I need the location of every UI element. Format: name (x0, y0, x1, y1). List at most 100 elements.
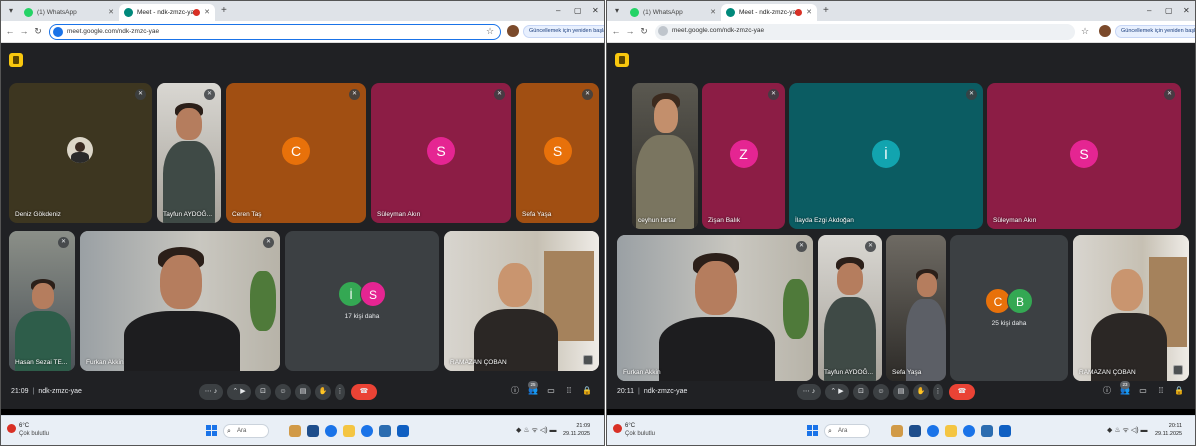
participant-video-tile[interactable]: ✕ Tayfun AYDOĞ... (157, 83, 221, 223)
info-icon[interactable]: ⓘ (1101, 385, 1113, 397)
pin-icon[interactable] (583, 355, 593, 365)
participant-tile[interactable]: S ✕ Süleyman Akın (987, 83, 1181, 229)
close-tab-icon[interactable]: ✕ (204, 4, 210, 21)
tab-search-icon[interactable]: ▾ (6, 6, 16, 16)
system-tray[interactable]: ◆ ♨ ᯤ ◁) ▬ (516, 427, 557, 435)
taskbar-app-icon[interactable] (909, 425, 921, 437)
profile-avatar[interactable] (1099, 25, 1111, 37)
taskbar-app-icon[interactable] (289, 425, 301, 437)
participant-tile[interactable]: ✕ Deniz Gökdeniz (9, 83, 152, 223)
chrome-icon[interactable] (963, 425, 975, 437)
hangup-button[interactable]: ☎ (351, 384, 377, 400)
meet-host-badge-icon[interactable] (9, 53, 23, 67)
reload-icon[interactable]: ↻ (32, 25, 44, 37)
taskbar-search[interactable]: ⌕ Ara (223, 424, 269, 438)
participant-tile[interactable]: İ ✕ İlayda Ezgi Akdoğan (789, 83, 983, 229)
profile-avatar[interactable] (507, 25, 519, 37)
more-options-button[interactable]: ⋮ (335, 384, 345, 400)
participant-video-tile[interactable]: Sefa Yaşa (886, 235, 946, 381)
close-tab-icon[interactable]: ✕ (806, 4, 812, 21)
taskbar-app-icon[interactable] (891, 425, 903, 437)
forward-icon[interactable]: → (624, 25, 636, 37)
people-icon[interactable]: 25 👥 (527, 381, 539, 397)
emoji-button[interactable]: ☺ (275, 384, 291, 400)
maximize-icon[interactable]: ▢ (574, 4, 582, 18)
pin-icon[interactable] (1173, 365, 1183, 375)
participant-video-tile[interactable]: ✕ Furkan Akkin (617, 235, 813, 381)
participant-tile[interactable]: S ✕ Sefa Yaşa (516, 83, 599, 223)
taskbar-app-icon[interactable] (307, 425, 319, 437)
word-icon[interactable] (999, 425, 1011, 437)
close-tab-icon[interactable]: ✕ (108, 4, 114, 21)
hangup-button[interactable]: ☎ (949, 384, 975, 400)
mic-button[interactable]: ⋯ ♪ (797, 384, 821, 400)
others-tile[interactable]: C B 25 kişi daha (950, 235, 1068, 381)
update-button[interactable]: Güncellemek için yeniden başlat (523, 25, 604, 38)
close-tab-icon[interactable]: ✕ (710, 4, 716, 21)
address-bar[interactable]: meet.google.com/ndk-zmzc-yae (655, 24, 1075, 40)
host-controls-icon[interactable]: 🔒 (581, 385, 593, 397)
taskbar-app-icon[interactable] (379, 425, 391, 437)
edge-icon[interactable] (325, 425, 337, 437)
activities-icon[interactable]: ⁞⁞ (563, 385, 575, 397)
edge-icon[interactable] (927, 425, 939, 437)
camera-button[interactable]: ⌃ ▶ (825, 384, 849, 400)
bookmark-star-icon[interactable]: ☆ (486, 25, 494, 37)
new-tab-icon[interactable]: + (823, 4, 829, 18)
participant-video-tile[interactable]: RAMAZAN ÇOBAN (444, 231, 599, 371)
file-explorer-icon[interactable] (343, 425, 355, 437)
meet-host-badge-icon[interactable] (615, 53, 629, 67)
taskbar-clock[interactable]: 20:11 29.11.2025 (1155, 422, 1182, 438)
present-button[interactable]: ⊡ (853, 384, 869, 400)
reload-icon[interactable]: ↻ (638, 25, 650, 37)
taskbar-search[interactable]: ⌕ Ara (824, 424, 870, 438)
others-tile[interactable]: İ S 17 kişi daha (285, 231, 439, 371)
info-icon[interactable]: ⓘ (509, 385, 521, 397)
chrome-icon[interactable] (361, 425, 373, 437)
chat-icon[interactable]: ▭ (545, 385, 557, 397)
tab-whatsapp[interactable]: (1) WhatsApp ✕ (625, 4, 721, 21)
raise-hand-button[interactable]: ✋ (913, 384, 929, 400)
captions-button[interactable]: ▤ (295, 384, 311, 400)
participant-tile[interactable]: S ✕ Süleyman Akın (371, 83, 511, 223)
host-controls-icon[interactable]: 🔒 (1173, 385, 1185, 397)
bookmark-star-icon[interactable]: ☆ (1081, 25, 1089, 37)
close-window-icon[interactable]: ✕ (1183, 4, 1190, 18)
close-window-icon[interactable]: ✕ (592, 4, 599, 18)
participant-video-tile[interactable]: ✕ Hasan Sezai TE... (9, 231, 75, 371)
taskbar-app-icon[interactable] (981, 425, 993, 437)
word-icon[interactable] (397, 425, 409, 437)
more-options-button[interactable]: ⋮ (933, 384, 943, 400)
tab-search-icon[interactable]: ▾ (612, 6, 622, 16)
emoji-button[interactable]: ☺ (873, 384, 889, 400)
forward-icon[interactable]: → (18, 25, 30, 37)
participant-video-tile[interactable]: ceyhun tartar (632, 83, 698, 229)
participant-tile[interactable]: Z ✕ Zişan Balık (702, 83, 785, 229)
tab-whatsapp[interactable]: (1) WhatsApp ✕ (19, 4, 119, 21)
new-tab-icon[interactable]: + (221, 4, 227, 18)
file-explorer-icon[interactable] (945, 425, 957, 437)
start-icon[interactable] (206, 425, 218, 437)
activities-icon[interactable]: ⁞⁞ (1155, 385, 1167, 397)
start-icon[interactable] (807, 425, 819, 437)
camera-button[interactable]: ⌃ ▶ (227, 384, 251, 400)
people-icon[interactable]: 23 👥 (1119, 381, 1131, 397)
chat-icon[interactable]: ▭ (1137, 385, 1149, 397)
tab-meet[interactable]: Meet - ndk-zmzc-yae ✕ (119, 4, 215, 21)
minimize-icon[interactable]: – (1147, 4, 1151, 18)
back-icon[interactable]: ← (610, 25, 622, 37)
participant-video-tile[interactable]: ✕ Furkan Akkin (80, 231, 280, 371)
mic-button[interactable]: ⋯ ♪ (199, 384, 223, 400)
participant-video-tile[interactable]: RAMAZAN ÇOBAN (1073, 235, 1189, 381)
maximize-icon[interactable]: ▢ (1165, 4, 1173, 18)
site-info-icon[interactable] (658, 26, 668, 36)
system-tray[interactable]: ◆ ♨ ᯤ ◁) ▬ (1107, 427, 1148, 435)
participant-video-tile[interactable]: ✕ Tayfun AYDOĞ... (818, 235, 882, 381)
tab-meet[interactable]: Meet - ndk-zmzc-yae ✕ (721, 4, 817, 21)
present-button[interactable]: ⊡ (255, 384, 271, 400)
update-button[interactable]: Güncellemek için yeniden başlat (1115, 25, 1195, 38)
participant-tile[interactable]: C ✕ Ceren Taş (226, 83, 366, 223)
site-info-icon[interactable] (53, 27, 63, 37)
back-icon[interactable]: ← (4, 25, 16, 37)
taskbar-clock[interactable]: 21:09 29.11.2025 (563, 422, 590, 438)
